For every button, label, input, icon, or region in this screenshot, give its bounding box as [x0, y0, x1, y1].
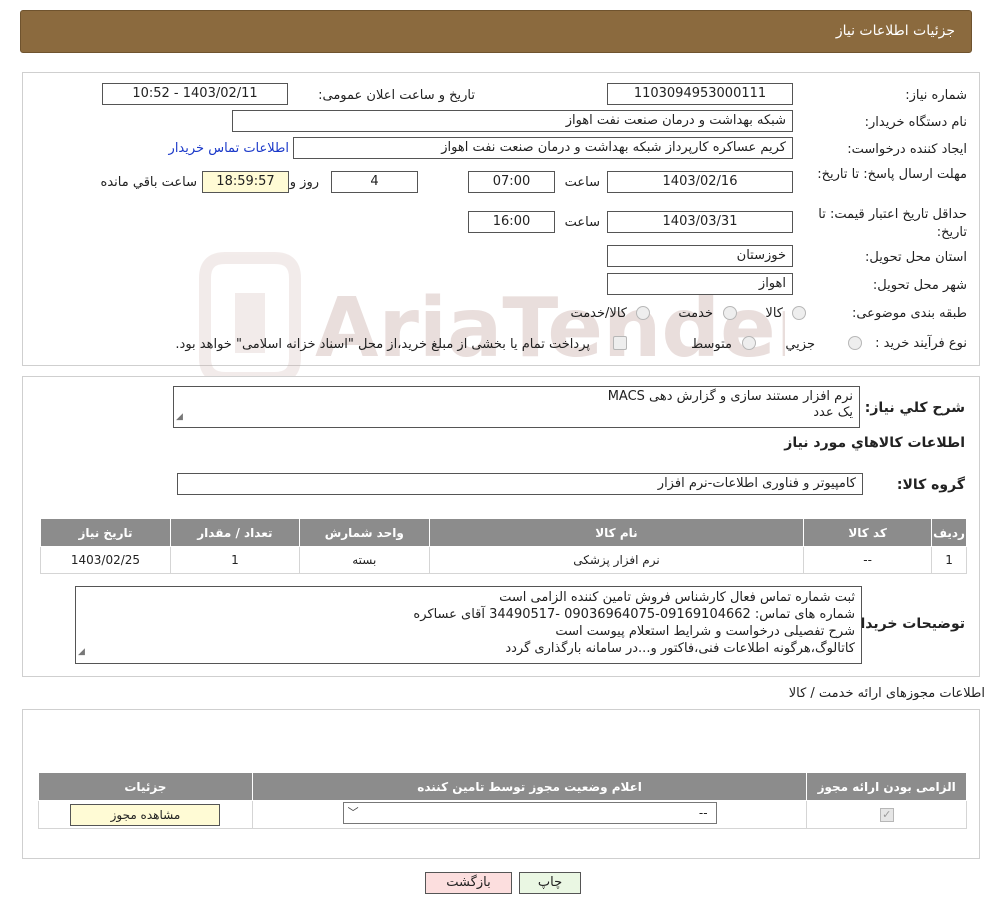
cell-permit-required: ✓	[806, 800, 967, 829]
summary-line-1: نرم افزار مستند سازی و گزارش دهی MACS	[607, 389, 853, 404]
view-permit-button[interactable]: مشاهده مجوز	[70, 803, 221, 826]
buyer-notes-textarea[interactable]: ثبت شماره تماس فعال کارشناس فروش تامین ک…	[75, 586, 862, 664]
deadline-time-field: 07:00	[468, 171, 555, 193]
page-title: جزئیات اطلاعات نیاز	[835, 23, 955, 39]
buyer-org-label: نام دستگاه خریدار:	[864, 115, 967, 130]
cell-quantity: 1	[169, 546, 300, 574]
price-validity-date-field: 1403/03/31	[607, 211, 793, 233]
permits-section-title: اطلاعات مجوزهای ارائه خدمت / کالا	[788, 686, 985, 701]
permits-table-header: الزامی بودن ارائه مجوز اعلام وضعیت مجوز …	[38, 772, 967, 801]
buyer-notes-line-3: شرح تفصیلی درخواست و شرایط استعلام پیوست…	[555, 624, 855, 639]
back-button[interactable]: بازگشت	[425, 872, 512, 894]
col-permit-required: الزامی بودن ارائه مجوز	[806, 772, 967, 801]
cell-permit-details: مشاهده مجوز	[38, 800, 253, 829]
remaining-time-field: 18:59:57	[202, 171, 289, 193]
cell-unit: بسته	[298, 546, 430, 574]
category-label: طبقه بندی موضوعی:	[851, 306, 967, 321]
buyer-notes-label: توضیحات خریدار:	[846, 616, 965, 632]
category-option-goods-service: کالا/خدمت	[570, 306, 627, 321]
category-radio-goods-service[interactable]	[636, 306, 650, 320]
page-header: جزئیات اطلاعات نیاز	[20, 10, 972, 53]
deadline-date-field: 1403/02/16	[607, 171, 793, 193]
buyer-notes-line-4: کاتالوگ،هرگونه اطلاعات فنی،فاکتور و...در…	[505, 641, 855, 656]
permit-required-checkbox: ✓	[879, 808, 894, 822]
remaining-days-suffix: روز و	[289, 175, 319, 190]
col-permit-details: جزئیات	[38, 772, 253, 801]
resize-grip-icon[interactable]: ◢	[78, 644, 85, 661]
treasury-note: پرداخت تمام یا بخشی از مبلغ خرید،از محل …	[175, 337, 590, 352]
remaining-time-suffix: ساعت باقي مانده	[100, 175, 197, 190]
requester-label: ایجاد کننده درخواست:	[847, 142, 967, 157]
deadline-time-label: ساعت	[564, 175, 600, 190]
goods-group-label: گروه کالا:	[896, 477, 965, 493]
category-radio-service[interactable]	[723, 306, 737, 320]
goods-table: رديف کد کالا نام کالا واحد شمارش تعداد /…	[40, 518, 967, 574]
resize-grip-icon[interactable]: ◢	[176, 409, 183, 425]
col-row-number: رديف	[931, 518, 967, 547]
col-permit-status: اعلام وضعیت مجوز توسط تامین کننده	[251, 772, 808, 801]
chevron-down-icon: ﹀	[347, 806, 359, 819]
city-field: اهواز	[607, 273, 793, 295]
col-unit: واحد شمارش	[298, 518, 430, 547]
buyer-notes-line-1: ثبت شماره تماس فعال کارشناس فروش تامین ک…	[499, 590, 855, 605]
city-label: شهر محل تحویل:	[872, 278, 967, 293]
buyer-contact-link[interactable]: اطلاعات تماس خریدار	[169, 141, 289, 156]
cell-need-date: 1403/02/25	[40, 546, 171, 574]
table-row: ✓ ﹀ -- مشاهده مجوز	[38, 800, 967, 829]
category-radio-goods[interactable]	[792, 306, 806, 320]
announce-datetime-label: تاریخ و ساعت اعلان عمومی:	[318, 88, 475, 103]
purchase-option-medium: متوسط	[691, 337, 732, 352]
price-validity-label: حداقل تاریخ اعتبار قیمت: تا تاریخ:	[818, 207, 967, 240]
cell-row-number: 1	[931, 546, 967, 574]
province-field: خوزستان	[607, 245, 793, 267]
col-quantity: تعداد / مقدار	[169, 518, 300, 547]
purchase-type-label: نوع فرآیند خرید :	[875, 336, 967, 351]
price-validity-time-field: 16:00	[468, 211, 555, 233]
col-item-code: کد کالا	[803, 518, 933, 547]
buyer-notes-line-2: شماره های تماس: 09169104662-09036964075 …	[413, 607, 855, 622]
requester-field: کریم عساکره کارپرداز شبکه بهداشت و درمان…	[293, 137, 793, 159]
price-validity-time-label: ساعت	[564, 215, 600, 230]
treasury-checkbox[interactable]	[613, 336, 627, 350]
buyer-org-field: شبکه بهداشت و درمان صنعت نفت اهواز	[232, 110, 793, 132]
deadline-label: مهلت ارسال پاسخ: تا تاریخ:	[817, 167, 967, 182]
category-option-service: خدمت	[678, 306, 713, 321]
print-button[interactable]: چاپ	[519, 872, 581, 894]
remaining-days-field: 4	[331, 171, 418, 193]
permit-status-value: --	[698, 806, 708, 820]
goods-section-title: اطلاعات کالاهاي مورد نياز	[784, 435, 965, 451]
goods-group-field: کامپیوتر و فناوری اطلاعات-نرم افزار	[177, 473, 863, 495]
col-need-date: تاریخ نیاز	[40, 518, 171, 547]
category-option-goods: کالا	[765, 306, 783, 321]
summary-line-2: یک عدد	[813, 405, 853, 420]
table-row: 1 -- نرم افزار پزشکی بسته 1 1403/02/25	[40, 546, 967, 574]
col-item-name: نام کالا	[428, 518, 805, 547]
purchase-radio-medium[interactable]	[742, 336, 756, 350]
province-label: استان محل تحویل:	[865, 250, 967, 265]
purchase-radio-minor[interactable]	[848, 336, 862, 350]
summary-textarea[interactable]: نرم افزار مستند سازی و گزارش دهی MACS یک…	[173, 386, 860, 428]
purchase-option-minor: جزیي	[785, 337, 815, 352]
need-number-label: شماره نیاز:	[905, 88, 967, 103]
permit-status-select[interactable]: ﹀ --	[342, 802, 717, 824]
summary-label: شرح کلي نياز:	[864, 400, 965, 416]
need-number-field: 1103094953000111	[607, 83, 793, 105]
announce-datetime-field: 1403/02/11 - 10:52	[102, 83, 288, 105]
permits-table: الزامی بودن ارائه مجوز اعلام وضعیت مجوز …	[38, 772, 967, 829]
cell-item-code: --	[803, 546, 933, 574]
cell-item-name: نرم افزار پزشکی	[428, 546, 805, 574]
goods-table-header: رديف کد کالا نام کالا واحد شمارش تعداد /…	[40, 518, 967, 547]
cell-permit-status: ﹀ --	[251, 800, 808, 829]
